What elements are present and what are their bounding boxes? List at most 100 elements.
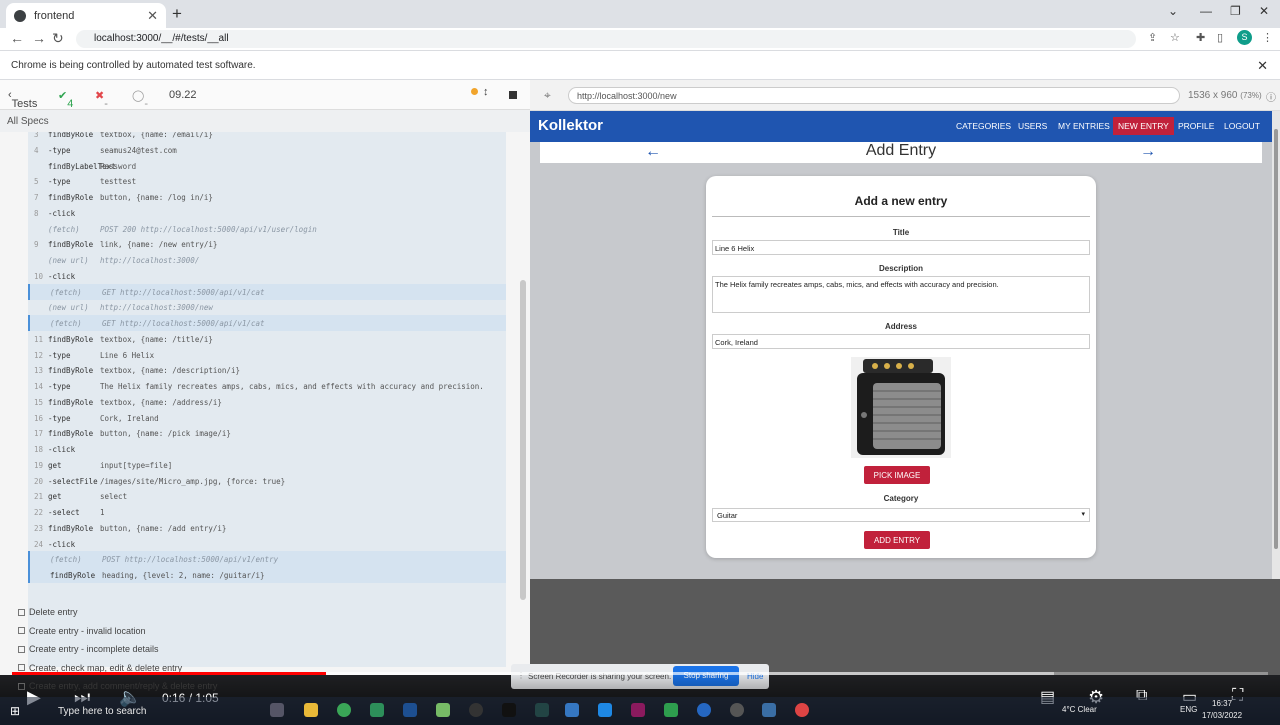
command-row[interactable]: 11 findByRole textbox, {name: /title/i} (28, 331, 506, 347)
clock-date[interactable]: 17/03/2022 (1202, 711, 1242, 720)
nav-profile[interactable]: PROFILE (1178, 121, 1214, 131)
description-field[interactable]: The Helix family recreates amps, cabs, m… (712, 276, 1090, 313)
command-row[interactable]: 4 -type seamus24@test.com (28, 142, 506, 158)
weather[interactable]: 4°C Clear (1062, 705, 1097, 714)
command-row[interactable]: 15 findByRole textbox, {name: /address/i} (28, 394, 506, 410)
app-icon[interactable] (469, 703, 483, 717)
forward-arrow-icon[interactable]: → (32, 30, 46, 46)
app-icon[interactable] (502, 703, 516, 717)
selector-playground-icon[interactable]: ⌖ (544, 88, 551, 103)
command-row[interactable]: 21 get select (28, 488, 506, 504)
command-row[interactable]: 17 findByRole button, {name: /pick image/i… (28, 425, 506, 441)
minimize-icon[interactable]: — (1200, 4, 1212, 18)
new-tab-icon[interactable]: + (172, 4, 182, 24)
tab-close-icon[interactable]: ✕ (147, 8, 158, 24)
browser-tab[interactable]: frontend ✕ (6, 3, 166, 28)
github-icon[interactable] (730, 703, 744, 717)
profile-avatar[interactable]: S (1237, 30, 1252, 45)
command-name: (fetch) (50, 555, 82, 565)
app-icon[interactable] (370, 703, 384, 717)
task-view-icon[interactable] (270, 703, 284, 717)
command-row[interactable]: 23 findByRole button, {name: /add entry/i} (28, 520, 506, 536)
spec-item[interactable]: Delete entry (18, 603, 498, 622)
nav-new-entry[interactable]: NEW ENTRY (1113, 117, 1174, 135)
forward-arrow-icon[interactable]: → (1140, 143, 1156, 161)
app-icon[interactable] (565, 703, 579, 717)
command-number: 23 (34, 523, 44, 533)
command-row[interactable]: (fetch) POST http://localhost:5000/api/v1… (28, 551, 506, 568)
command-row[interactable]: 7 findByRole button, {name: /log in/i} (28, 189, 506, 205)
side-panel-icon[interactable]: ▯ (1217, 31, 1223, 44)
category-select[interactable]: Guitar ▾ (712, 508, 1090, 522)
command-row[interactable]: 22 -select 1 (28, 504, 506, 520)
taskbar-search[interactable]: Type here to search (38, 697, 260, 725)
file-explorer-icon[interactable] (304, 703, 318, 717)
bookmark-star-icon[interactable]: ☆ (1170, 31, 1180, 44)
app-icon[interactable] (697, 703, 711, 717)
command-row[interactable]: 16 -type Cork, Ireland (28, 410, 506, 426)
stop-icon[interactable] (509, 91, 517, 99)
command-row[interactable]: (fetch) GET http://localhost:5000/api/v1/… (28, 315, 506, 331)
command-row[interactable]: 19 get input[type=file] (28, 457, 506, 473)
chrome-icon[interactable] (337, 703, 351, 717)
command-row[interactable]: (new url) http://localhost:3000/ (28, 252, 506, 268)
command-row[interactable]: 18 -click (28, 441, 506, 457)
spec-item[interactable]: Create entry - incomplete details (18, 640, 498, 659)
share-icon[interactable]: ⇪ (1148, 31, 1157, 44)
browser-menu-icon[interactable]: ⋮ (1262, 31, 1273, 44)
command-row[interactable]: 14 -type The Helix family recreates amps, … (28, 378, 506, 394)
command-row[interactable]: (fetch) GET http://localhost:5000/api/v1/… (28, 283, 506, 300)
add-entry-button[interactable]: ADD ENTRY (864, 531, 930, 549)
video-progress-bar[interactable] (12, 672, 1268, 675)
command-row[interactable]: findByLabelText Password (28, 158, 506, 174)
clock-time[interactable]: 16:37 (1212, 699, 1232, 708)
command-row[interactable]: 10 -click (28, 268, 506, 284)
automation-notice: Chrome is being controlled by automated … (11, 60, 256, 71)
nav-users[interactable]: USERS (1018, 121, 1047, 131)
command-row[interactable]: (fetch) POST 200 http://localhost:5000/ap… (28, 221, 506, 237)
title-field[interactable]: Line 6 Helix (712, 240, 1090, 255)
command-row[interactable]: 12 -type Line 6 Helix (28, 347, 506, 363)
nav-my-entries[interactable]: MY ENTRIES (1058, 121, 1110, 131)
command-row[interactable]: 9 findByRole link, {name: /new entry/i} (28, 236, 506, 252)
app-icon[interactable] (762, 703, 776, 717)
address-field[interactable]: Cork, Ireland (712, 334, 1090, 349)
command-row[interactable]: 24 -click (28, 536, 506, 552)
extensions-icon[interactable]: ✚ (1196, 31, 1205, 44)
tab-search-chevron-icon[interactable]: ⌄ (1168, 4, 1178, 18)
language[interactable]: ENG (1180, 705, 1197, 714)
spec-item[interactable]: Create entry - invalid location (18, 622, 498, 641)
command-log-scrollbar[interactable] (520, 280, 526, 600)
command-row[interactable]: 8 -click (28, 205, 506, 221)
chrome-icon[interactable] (795, 703, 809, 717)
command-row[interactable]: 13 findByRole textbox, {name: /description… (28, 362, 506, 378)
vscode-icon[interactable] (598, 703, 612, 717)
app-icon[interactable] (535, 703, 549, 717)
reload-icon[interactable]: ↻ (52, 30, 64, 47)
back-arrow-icon[interactable]: ← (10, 30, 24, 46)
app-icon[interactable] (436, 703, 450, 717)
tests-back-link[interactable]: ‹ Tests (8, 89, 37, 110)
infobar-close-icon[interactable]: ✕ (1257, 58, 1268, 74)
windows-start-icon[interactable]: ⊞ (10, 704, 20, 718)
command-row[interactable]: 5 -type testtest (28, 173, 506, 189)
preview-scrollbar[interactable] (1272, 111, 1280, 579)
window-close-icon[interactable]: ✕ (1259, 4, 1269, 18)
url-omnibox[interactable]: localhost:3000/__/#/tests/__all (76, 30, 1136, 48)
command-row[interactable]: 3 findByRole textbox, {name: /email/i} (28, 132, 506, 142)
app-icon[interactable] (631, 703, 645, 717)
app-icon[interactable] (664, 703, 678, 717)
nav-categories[interactable]: CATEGORIES (956, 121, 1011, 131)
command-number: 21 (34, 492, 44, 502)
command-row[interactable]: findByRole heading, {level: 2, name: /gui… (28, 567, 506, 583)
pick-image-button[interactable]: PICK IMAGE (864, 466, 930, 484)
app-icon[interactable] (403, 703, 417, 717)
restore-icon[interactable]: ❐ (1230, 4, 1241, 18)
auto-scroll-icon[interactable]: ↕ (483, 86, 489, 98)
command-row[interactable]: (new url) http://localhost:3000/new (28, 299, 506, 315)
app-brand[interactable]: Kollektor (538, 117, 603, 134)
command-message: button, {name: /pick image/i} (100, 429, 231, 439)
info-icon[interactable]: ⓘ (1266, 89, 1276, 104)
command-row[interactable]: 20 -selectFile/images/site/Micro_amp.jpg,… (28, 473, 506, 489)
nav-logout[interactable]: LOGOUT (1224, 121, 1260, 131)
